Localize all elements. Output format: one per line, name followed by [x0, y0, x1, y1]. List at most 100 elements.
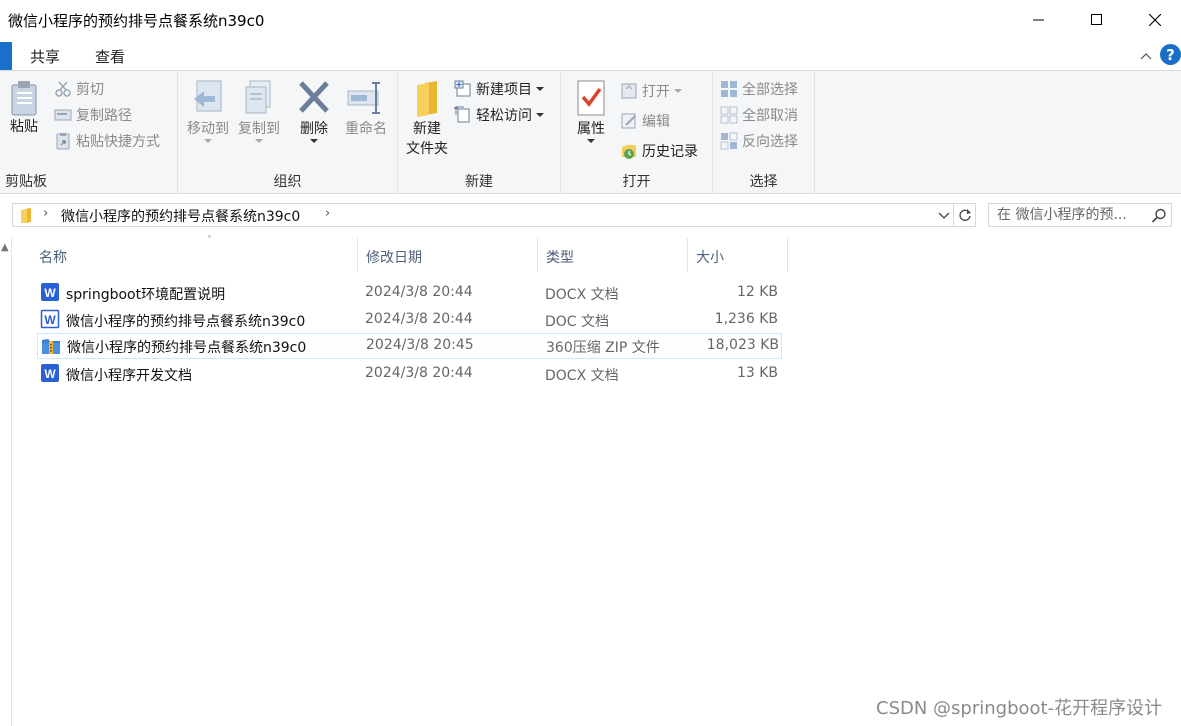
file-row[interactable]: W 微信小程序的预约排号点餐系统n39c0 2024/3/8 20:44 DOC…: [37, 307, 782, 333]
file-name: 微信小程序的预约排号点餐系统n39c0: [66, 314, 306, 330]
copy-to-button[interactable]: 复制到: [234, 79, 284, 144]
column-header-type[interactable]: 类型: [538, 238, 688, 272]
maximize-icon: [1091, 14, 1102, 25]
select-none-icon: [720, 106, 738, 124]
column-name-label: 名称: [39, 250, 67, 266]
clipboard-group: 粘贴 剪切 复制路径 粘贴快捷方式 剪贴板: [0, 71, 178, 194]
column-header-date[interactable]: 修改日期: [358, 238, 538, 272]
new-item-label: 新建项目: [476, 82, 532, 98]
tab-file[interactable]: [0, 42, 12, 70]
cut-button[interactable]: 剪切: [54, 79, 104, 99]
paste-button[interactable]: 粘贴: [4, 79, 44, 137]
file-name: 微信小程序的预约排号点餐系统n39c0: [67, 340, 307, 356]
file-size: 1,236 KB: [714, 311, 778, 327]
breadcrumb-current-folder[interactable]: 微信小程序的预约排号点餐系统n39c0: [61, 206, 300, 226]
invert-selection-icon: [720, 132, 738, 150]
chevron-right-icon[interactable]: ›: [43, 206, 48, 221]
chevron-right-icon[interactable]: ›: [325, 206, 330, 221]
file-name: springboot环境配置说明: [66, 287, 226, 303]
chevron-up-icon: [1140, 53, 1152, 60]
easy-access-icon: [454, 106, 470, 123]
chevron-down-icon: [536, 86, 544, 91]
svg-text:W: W: [44, 313, 56, 327]
copy-path-icon: [54, 109, 72, 121]
delete-button[interactable]: 删除: [292, 79, 336, 144]
search-input[interactable]: [989, 204, 1149, 226]
new-item-button[interactable]: 新建项目: [454, 79, 544, 99]
properties-button[interactable]: 属性: [569, 79, 613, 144]
word-doc-icon: W: [40, 309, 60, 329]
invert-selection-button[interactable]: 反向选择: [720, 131, 798, 151]
move-to-button[interactable]: 移动到: [182, 79, 234, 144]
file-list: 名称 ˄ 修改日期 类型 大小 W springboot环境配置说明 2024/…: [13, 235, 1181, 726]
copy-path-button[interactable]: 复制路径: [54, 105, 132, 125]
new-folder-icon: [417, 81, 437, 117]
ribbon: 粘贴 剪切 复制路径 粘贴快捷方式 剪贴板 移动到 复制到 删除 重命名 组织 …: [0, 70, 1181, 194]
file-row[interactable]: W springboot环境配置说明 2024/3/8 20:44 DOCX 文…: [37, 280, 782, 306]
edit-button[interactable]: 编辑: [620, 111, 670, 131]
file-row[interactable]: 微信小程序的预约排号点餐系统n39c0 2024/3/8 20:45 360压缩…: [37, 333, 782, 359]
rename-icon: [347, 82, 380, 114]
watermark-text: CSDN @springboot-花开程序设计: [876, 698, 1163, 719]
new-item-icon: [454, 80, 471, 97]
scroll-up-icon[interactable]: ▲: [1, 242, 9, 253]
search-box[interactable]: [988, 203, 1172, 227]
address-bar-row: › 微信小程序的预约排号点餐系统n39c0 ›: [0, 195, 1181, 237]
address-bar[interactable]: › 微信小程序的预约排号点餐系统n39c0 ›: [12, 203, 954, 227]
paste-shortcut-icon: [56, 133, 70, 150]
refresh-button[interactable]: [954, 203, 976, 227]
tab-view[interactable]: 查看: [95, 46, 125, 67]
new-folder-button[interactable]: 新建 文件夹: [402, 79, 452, 159]
select-none-button[interactable]: 全部取消: [720, 105, 798, 125]
ribbon-collapse-button[interactable]: [1140, 48, 1152, 64]
search-icon[interactable]: [1151, 208, 1167, 224]
chevron-down-icon: [255, 139, 263, 143]
open-group: 属性 打开 编辑 历史记录 打开: [561, 71, 713, 194]
file-row[interactable]: W 微信小程序开发文档 2024/3/8 20:44 DOCX 文档 13 KB: [37, 361, 782, 387]
new-group: 新建 文件夹 新建项目 轻松访问 新建: [398, 71, 561, 194]
tab-share[interactable]: 共享: [30, 46, 60, 67]
column-type-label: 类型: [546, 250, 574, 266]
chevron-down-icon: [310, 139, 318, 143]
navigation-pane[interactable]: ▲: [0, 238, 12, 726]
file-type: DOCX 文档: [545, 368, 619, 384]
zip-archive-icon: [42, 339, 60, 354]
maximize-button[interactable]: [1068, 0, 1126, 40]
scissors-icon: [55, 81, 71, 97]
file-type: 360压缩 ZIP 文件: [546, 340, 660, 356]
help-icon[interactable]: ?: [1160, 44, 1181, 65]
edit-icon: [621, 113, 636, 129]
select-all-button[interactable]: 全部选择: [720, 79, 798, 99]
properties-label: 属性: [577, 121, 605, 137]
easy-access-button[interactable]: 轻松访问: [454, 105, 544, 125]
paste-shortcut-button[interactable]: 粘贴快捷方式: [54, 131, 160, 151]
file-size: 12 KB: [736, 284, 778, 300]
rename-button[interactable]: 重命名: [338, 79, 394, 139]
chevron-down-icon[interactable]: [937, 207, 951, 223]
new-folder-label-2: 文件夹: [406, 141, 448, 157]
history-button[interactable]: 历史记录: [620, 141, 698, 161]
delete-label: 删除: [300, 121, 328, 137]
organize-group-label: 组织: [273, 174, 302, 190]
file-type: DOCX 文档: [545, 287, 619, 303]
close-button[interactable]: [1126, 0, 1181, 40]
easy-access-label: 轻松访问: [476, 108, 532, 124]
new-folder-label-1: 新建: [413, 121, 441, 137]
copy-to-label: 复制到: [238, 121, 280, 137]
svg-text:W: W: [44, 367, 56, 381]
file-type: DOC 文档: [545, 314, 610, 330]
file-date: 2024/3/8 20:44: [365, 365, 473, 381]
file-date: 2024/3/8 20:44: [365, 311, 473, 327]
file-date: 2024/3/8 20:45: [366, 337, 474, 353]
open-icon: [621, 83, 637, 99]
column-header-size[interactable]: 大小: [688, 238, 788, 272]
column-header-name[interactable]: 名称 ˄: [31, 235, 358, 272]
open-button[interactable]: 打开: [620, 81, 682, 101]
window-title: 微信小程序的预约排号点餐系统n39c0: [8, 12, 265, 30]
chevron-down-icon: [204, 139, 212, 143]
minimize-button[interactable]: [1010, 0, 1068, 40]
chevron-down-icon: [587, 139, 595, 143]
minimize-icon: [1033, 19, 1044, 21]
file-name: 微信小程序开发文档: [66, 368, 192, 384]
clipboard-icon: [11, 81, 37, 116]
